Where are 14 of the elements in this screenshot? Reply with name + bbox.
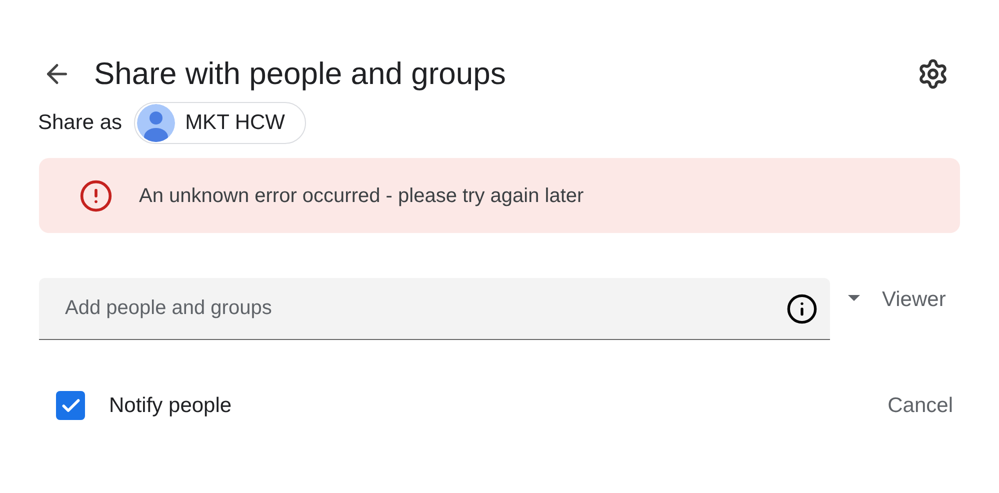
account-chip[interactable]: MKT HCW: [134, 102, 306, 144]
notify-label: Notify people: [109, 393, 232, 419]
avatar-icon: [137, 104, 176, 142]
notify-checkbox[interactable]: [56, 391, 85, 420]
share-as-label: Share as: [38, 110, 122, 136]
add-people-field[interactable]: Add people and groups: [39, 278, 830, 340]
settings-icon: [917, 58, 949, 90]
caret-icon: [848, 295, 860, 301]
role-dropdown[interactable]: Viewer: [848, 278, 946, 318]
dialog-title: Share with people and groups: [94, 55, 506, 93]
error-message: An unknown error occurred - please try again later: [139, 184, 584, 208]
error-icon: [79, 178, 113, 212]
cancel-button[interactable]: Cancel: [886, 390, 955, 422]
info-icon[interactable]: [786, 293, 818, 325]
